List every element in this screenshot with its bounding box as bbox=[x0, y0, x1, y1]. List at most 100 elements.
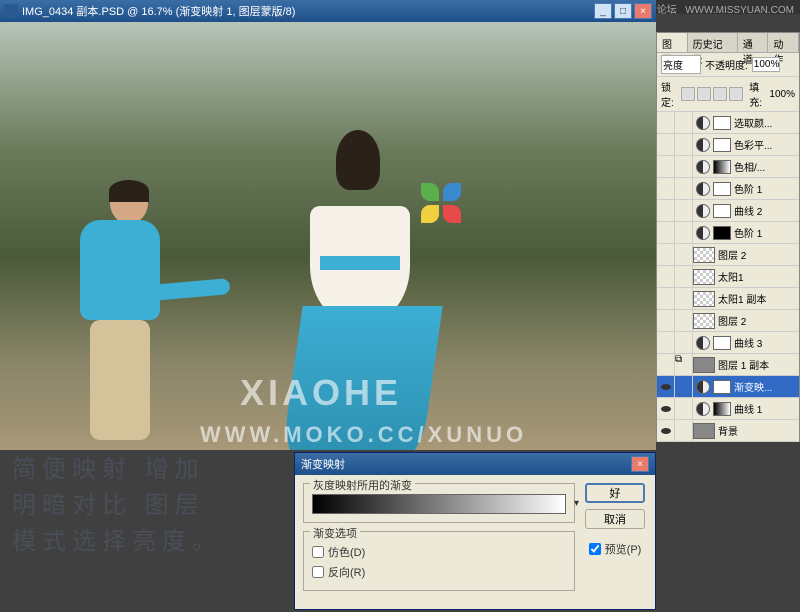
link-cell[interactable]: ⧉ bbox=[675, 354, 693, 376]
layer-row[interactable]: 曲线 3 bbox=[657, 332, 799, 354]
layer-row[interactable]: 背景 bbox=[657, 420, 799, 442]
dialog-titlebar[interactable]: 渐变映射 × bbox=[295, 453, 655, 475]
link-cell[interactable] bbox=[675, 288, 693, 310]
visibility-toggle[interactable] bbox=[657, 420, 675, 442]
layer-name[interactable]: 色相/... bbox=[734, 159, 799, 174]
visibility-toggle[interactable] bbox=[657, 200, 675, 222]
layer-name[interactable]: 曲线 1 bbox=[734, 401, 799, 416]
layer-thumb[interactable] bbox=[693, 247, 715, 263]
visibility-toggle[interactable] bbox=[657, 266, 675, 288]
layer-thumb[interactable] bbox=[693, 423, 715, 439]
layer-name[interactable]: 背景 bbox=[718, 423, 799, 438]
link-cell[interactable] bbox=[675, 376, 693, 398]
layer-name[interactable]: 选取颜... bbox=[734, 115, 799, 130]
mask-thumb[interactable] bbox=[713, 336, 731, 350]
visibility-toggle[interactable] bbox=[657, 134, 675, 156]
lock-transparency-icon[interactable] bbox=[681, 87, 695, 101]
layers-list[interactable]: 选取颜... 色彩平... 色相/... 色阶 1 曲线 2 色阶 1 图层 2 太阳1 太阳1… bbox=[657, 112, 799, 452]
opacity-input[interactable]: 100% bbox=[752, 57, 780, 72]
layer-row[interactable]: 色阶 1 bbox=[657, 178, 799, 200]
close-button[interactable]: × bbox=[634, 3, 652, 19]
titlebar[interactable]: IMG_0434 副本.PSD @ 16.7% (渐变映射 1, 图层蒙版/8)… bbox=[0, 0, 656, 22]
visibility-toggle[interactable] bbox=[657, 112, 675, 134]
tab-history[interactable]: 历史记录 bbox=[688, 33, 738, 52]
dither-checkbox[interactable]: 仿色(D) bbox=[312, 542, 566, 562]
layer-name[interactable]: 色彩平... bbox=[734, 137, 799, 152]
maximize-button[interactable]: □ bbox=[614, 3, 632, 19]
mask-thumb[interactable] bbox=[713, 138, 731, 152]
link-cell[interactable] bbox=[675, 398, 693, 420]
link-cell[interactable] bbox=[675, 244, 693, 266]
visibility-toggle[interactable] bbox=[657, 178, 675, 200]
layer-thumb[interactable] bbox=[693, 357, 715, 373]
visibility-toggle[interactable] bbox=[657, 222, 675, 244]
link-cell[interactable] bbox=[675, 178, 693, 200]
link-cell[interactable] bbox=[675, 134, 693, 156]
link-cell[interactable] bbox=[675, 200, 693, 222]
layer-name[interactable]: 太阳1 副本 bbox=[718, 291, 799, 306]
visibility-toggle[interactable] bbox=[657, 376, 675, 398]
layer-row[interactable]: 渐变映... bbox=[657, 376, 799, 398]
visibility-toggle[interactable] bbox=[657, 332, 675, 354]
visibility-toggle[interactable] bbox=[657, 398, 675, 420]
link-cell[interactable] bbox=[675, 156, 693, 178]
tab-layers[interactable]: 图层 bbox=[657, 33, 688, 52]
layer-row[interactable]: 色彩平... bbox=[657, 134, 799, 156]
mask-thumb[interactable] bbox=[713, 204, 731, 218]
lock-position-icon[interactable] bbox=[713, 87, 727, 101]
layer-row[interactable]: 图层 2 bbox=[657, 310, 799, 332]
layer-row[interactable]: 图层 2 bbox=[657, 244, 799, 266]
fill-input[interactable]: 100% bbox=[769, 89, 795, 100]
visibility-toggle[interactable] bbox=[657, 354, 675, 376]
ok-button[interactable]: 好 bbox=[585, 483, 645, 503]
visibility-toggle[interactable] bbox=[657, 156, 675, 178]
link-cell[interactable] bbox=[675, 420, 693, 442]
lock-all-icon[interactable] bbox=[729, 87, 743, 101]
layer-thumb[interactable] bbox=[693, 269, 715, 285]
canvas[interactable]: XIAOHE WWW.MOKO.CC/XUNUO bbox=[0, 22, 656, 450]
mask-thumb[interactable] bbox=[713, 402, 731, 416]
blend-mode-select[interactable]: 亮度 bbox=[661, 55, 701, 74]
gradient-picker[interactable] bbox=[312, 494, 566, 514]
mask-thumb[interactable] bbox=[713, 380, 731, 394]
layer-row[interactable]: 曲线 1 bbox=[657, 398, 799, 420]
preview-checkbox[interactable]: 预览(P) bbox=[589, 539, 642, 559]
layer-row[interactable]: ⧉ 图层 1 副本 bbox=[657, 354, 799, 376]
layer-row[interactable]: 太阳1 副本 bbox=[657, 288, 799, 310]
layer-thumb[interactable] bbox=[693, 291, 715, 307]
visibility-toggle[interactable] bbox=[657, 288, 675, 310]
visibility-toggle[interactable] bbox=[657, 310, 675, 332]
lock-pixels-icon[interactable] bbox=[697, 87, 711, 101]
layer-name[interactable]: 曲线 2 bbox=[734, 203, 799, 218]
layer-name[interactable]: 图层 1 副本 bbox=[718, 357, 799, 372]
visibility-toggle[interactable] bbox=[657, 244, 675, 266]
mask-thumb[interactable] bbox=[713, 226, 731, 240]
minimize-button[interactable]: _ bbox=[594, 3, 612, 19]
layer-row[interactable]: 曲线 2 bbox=[657, 200, 799, 222]
layer-name[interactable]: 色阶 1 bbox=[734, 225, 799, 240]
layer-thumb[interactable] bbox=[693, 313, 715, 329]
layer-name[interactable]: 图层 2 bbox=[718, 313, 799, 328]
link-cell[interactable] bbox=[675, 266, 693, 288]
mask-thumb[interactable] bbox=[713, 182, 731, 196]
link-cell[interactable] bbox=[675, 112, 693, 134]
link-cell[interactable] bbox=[675, 310, 693, 332]
layer-name[interactable]: 图层 2 bbox=[718, 247, 799, 262]
layer-name[interactable]: 色阶 1 bbox=[734, 181, 799, 196]
layer-name[interactable]: 曲线 3 bbox=[734, 335, 799, 350]
layer-name[interactable]: 渐变映... bbox=[734, 379, 799, 394]
tab-channels[interactable]: 通道 bbox=[738, 33, 769, 52]
layer-name[interactable]: 太阳1 bbox=[718, 269, 799, 284]
tab-actions[interactable]: 动作 bbox=[768, 33, 799, 52]
layer-row[interactable]: 太阳1 bbox=[657, 266, 799, 288]
mask-thumb[interactable] bbox=[713, 116, 731, 130]
dialog-close-button[interactable]: × bbox=[631, 456, 649, 472]
layer-row[interactable]: 色相/... bbox=[657, 156, 799, 178]
layer-row[interactable]: 色阶 1 bbox=[657, 222, 799, 244]
cancel-button[interactable]: 取消 bbox=[585, 509, 645, 529]
reverse-checkbox[interactable]: 反向(R) bbox=[312, 562, 566, 582]
mask-thumb[interactable] bbox=[713, 160, 731, 174]
layer-row[interactable]: 选取颜... bbox=[657, 112, 799, 134]
link-cell[interactable] bbox=[675, 222, 693, 244]
link-cell[interactable] bbox=[675, 332, 693, 354]
